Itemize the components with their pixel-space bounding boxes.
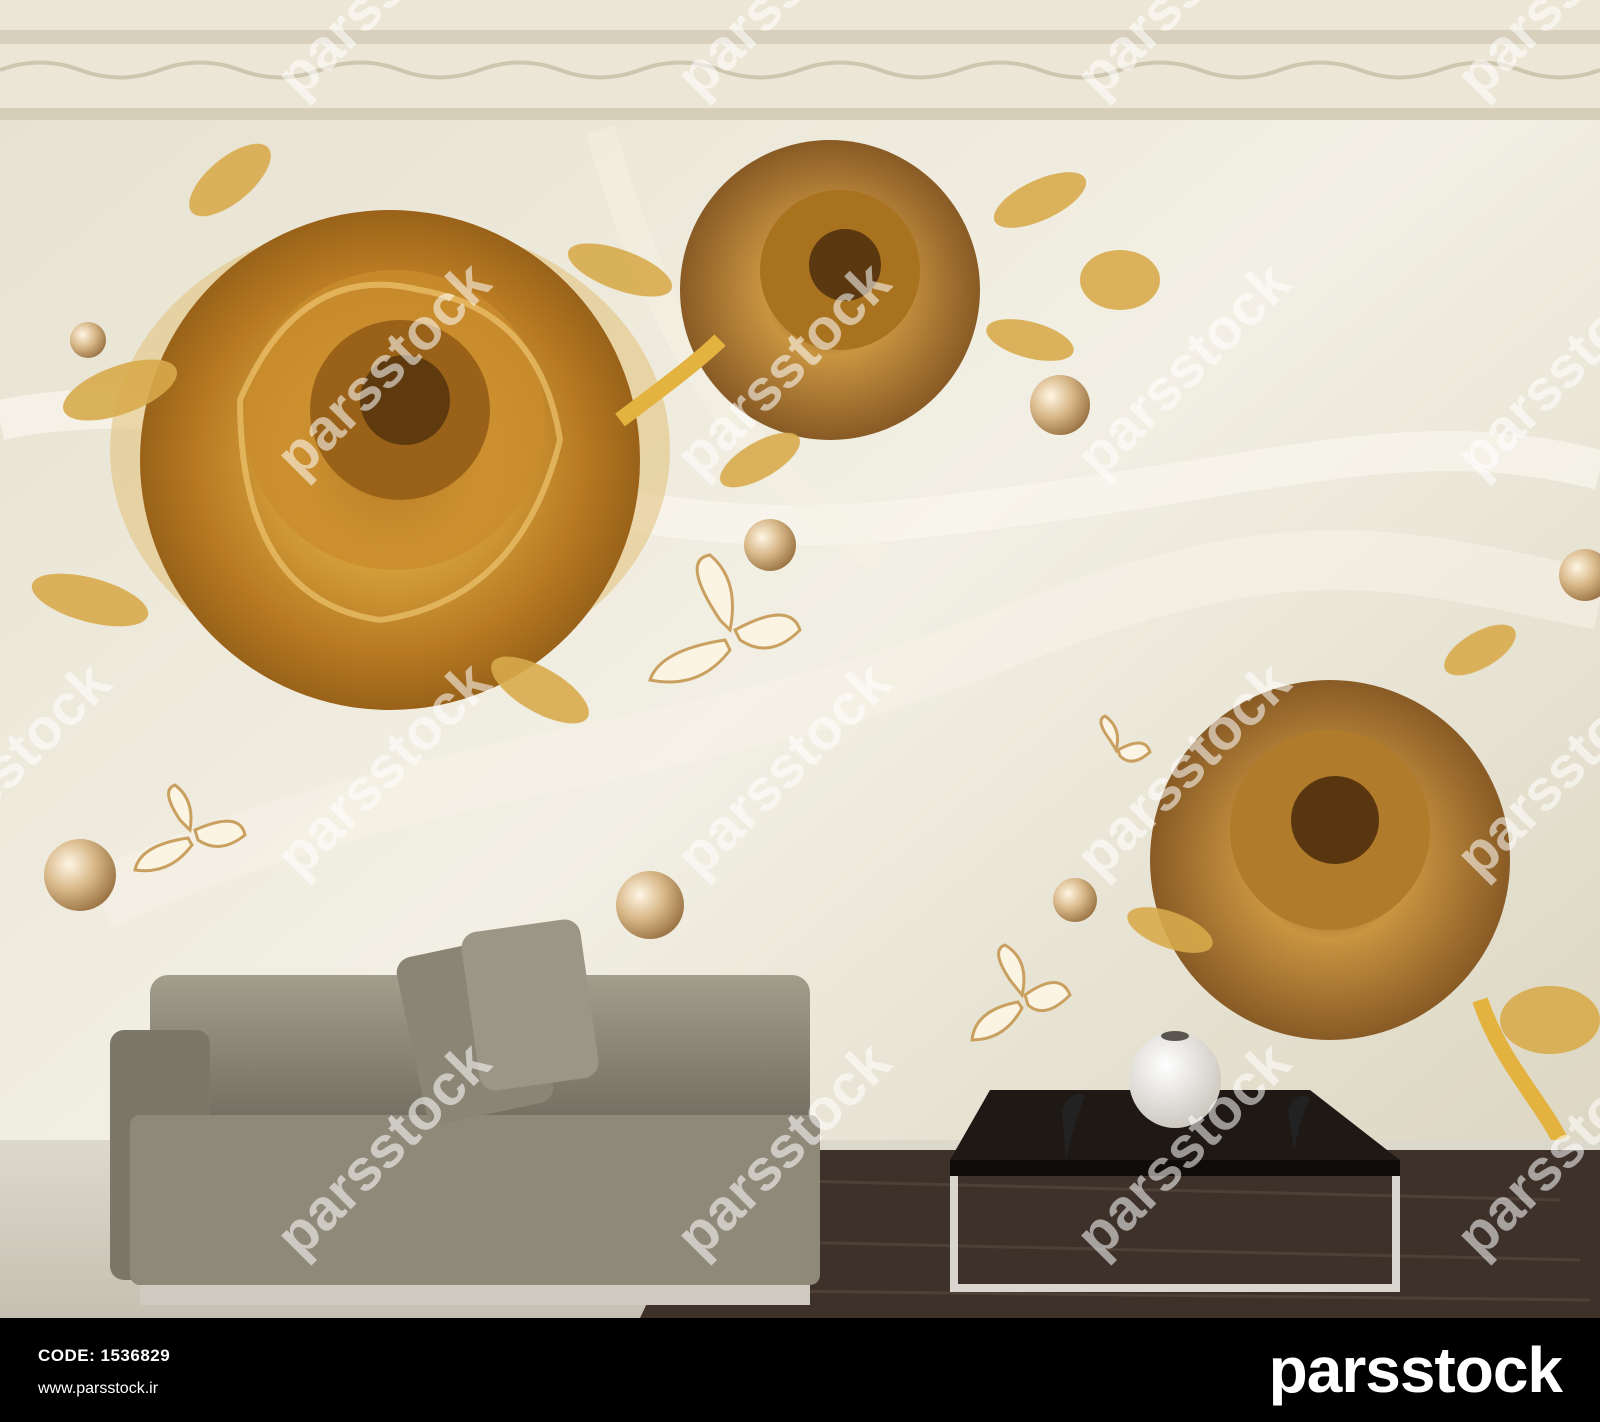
living-room-mural-photo: parsstock parsstock parsstock parsstock …	[0, 0, 1600, 1318]
photo-illustration: parsstock parsstock parsstock parsstock …	[0, 0, 1600, 1318]
brand-logo-text: parsstock	[1268, 1334, 1563, 1406]
site-url[interactable]: www.parsstock.ir	[38, 1380, 158, 1398]
stock-photo-preview: parsstock parsstock parsstock parsstock …	[0, 0, 1600, 1422]
parsstock-logo: parsstock	[1268, 1330, 1563, 1410]
code-label: CODE:	[38, 1346, 96, 1365]
code-value: 1536829	[100, 1346, 171, 1365]
image-code: CODE: 1536829	[38, 1346, 170, 1366]
